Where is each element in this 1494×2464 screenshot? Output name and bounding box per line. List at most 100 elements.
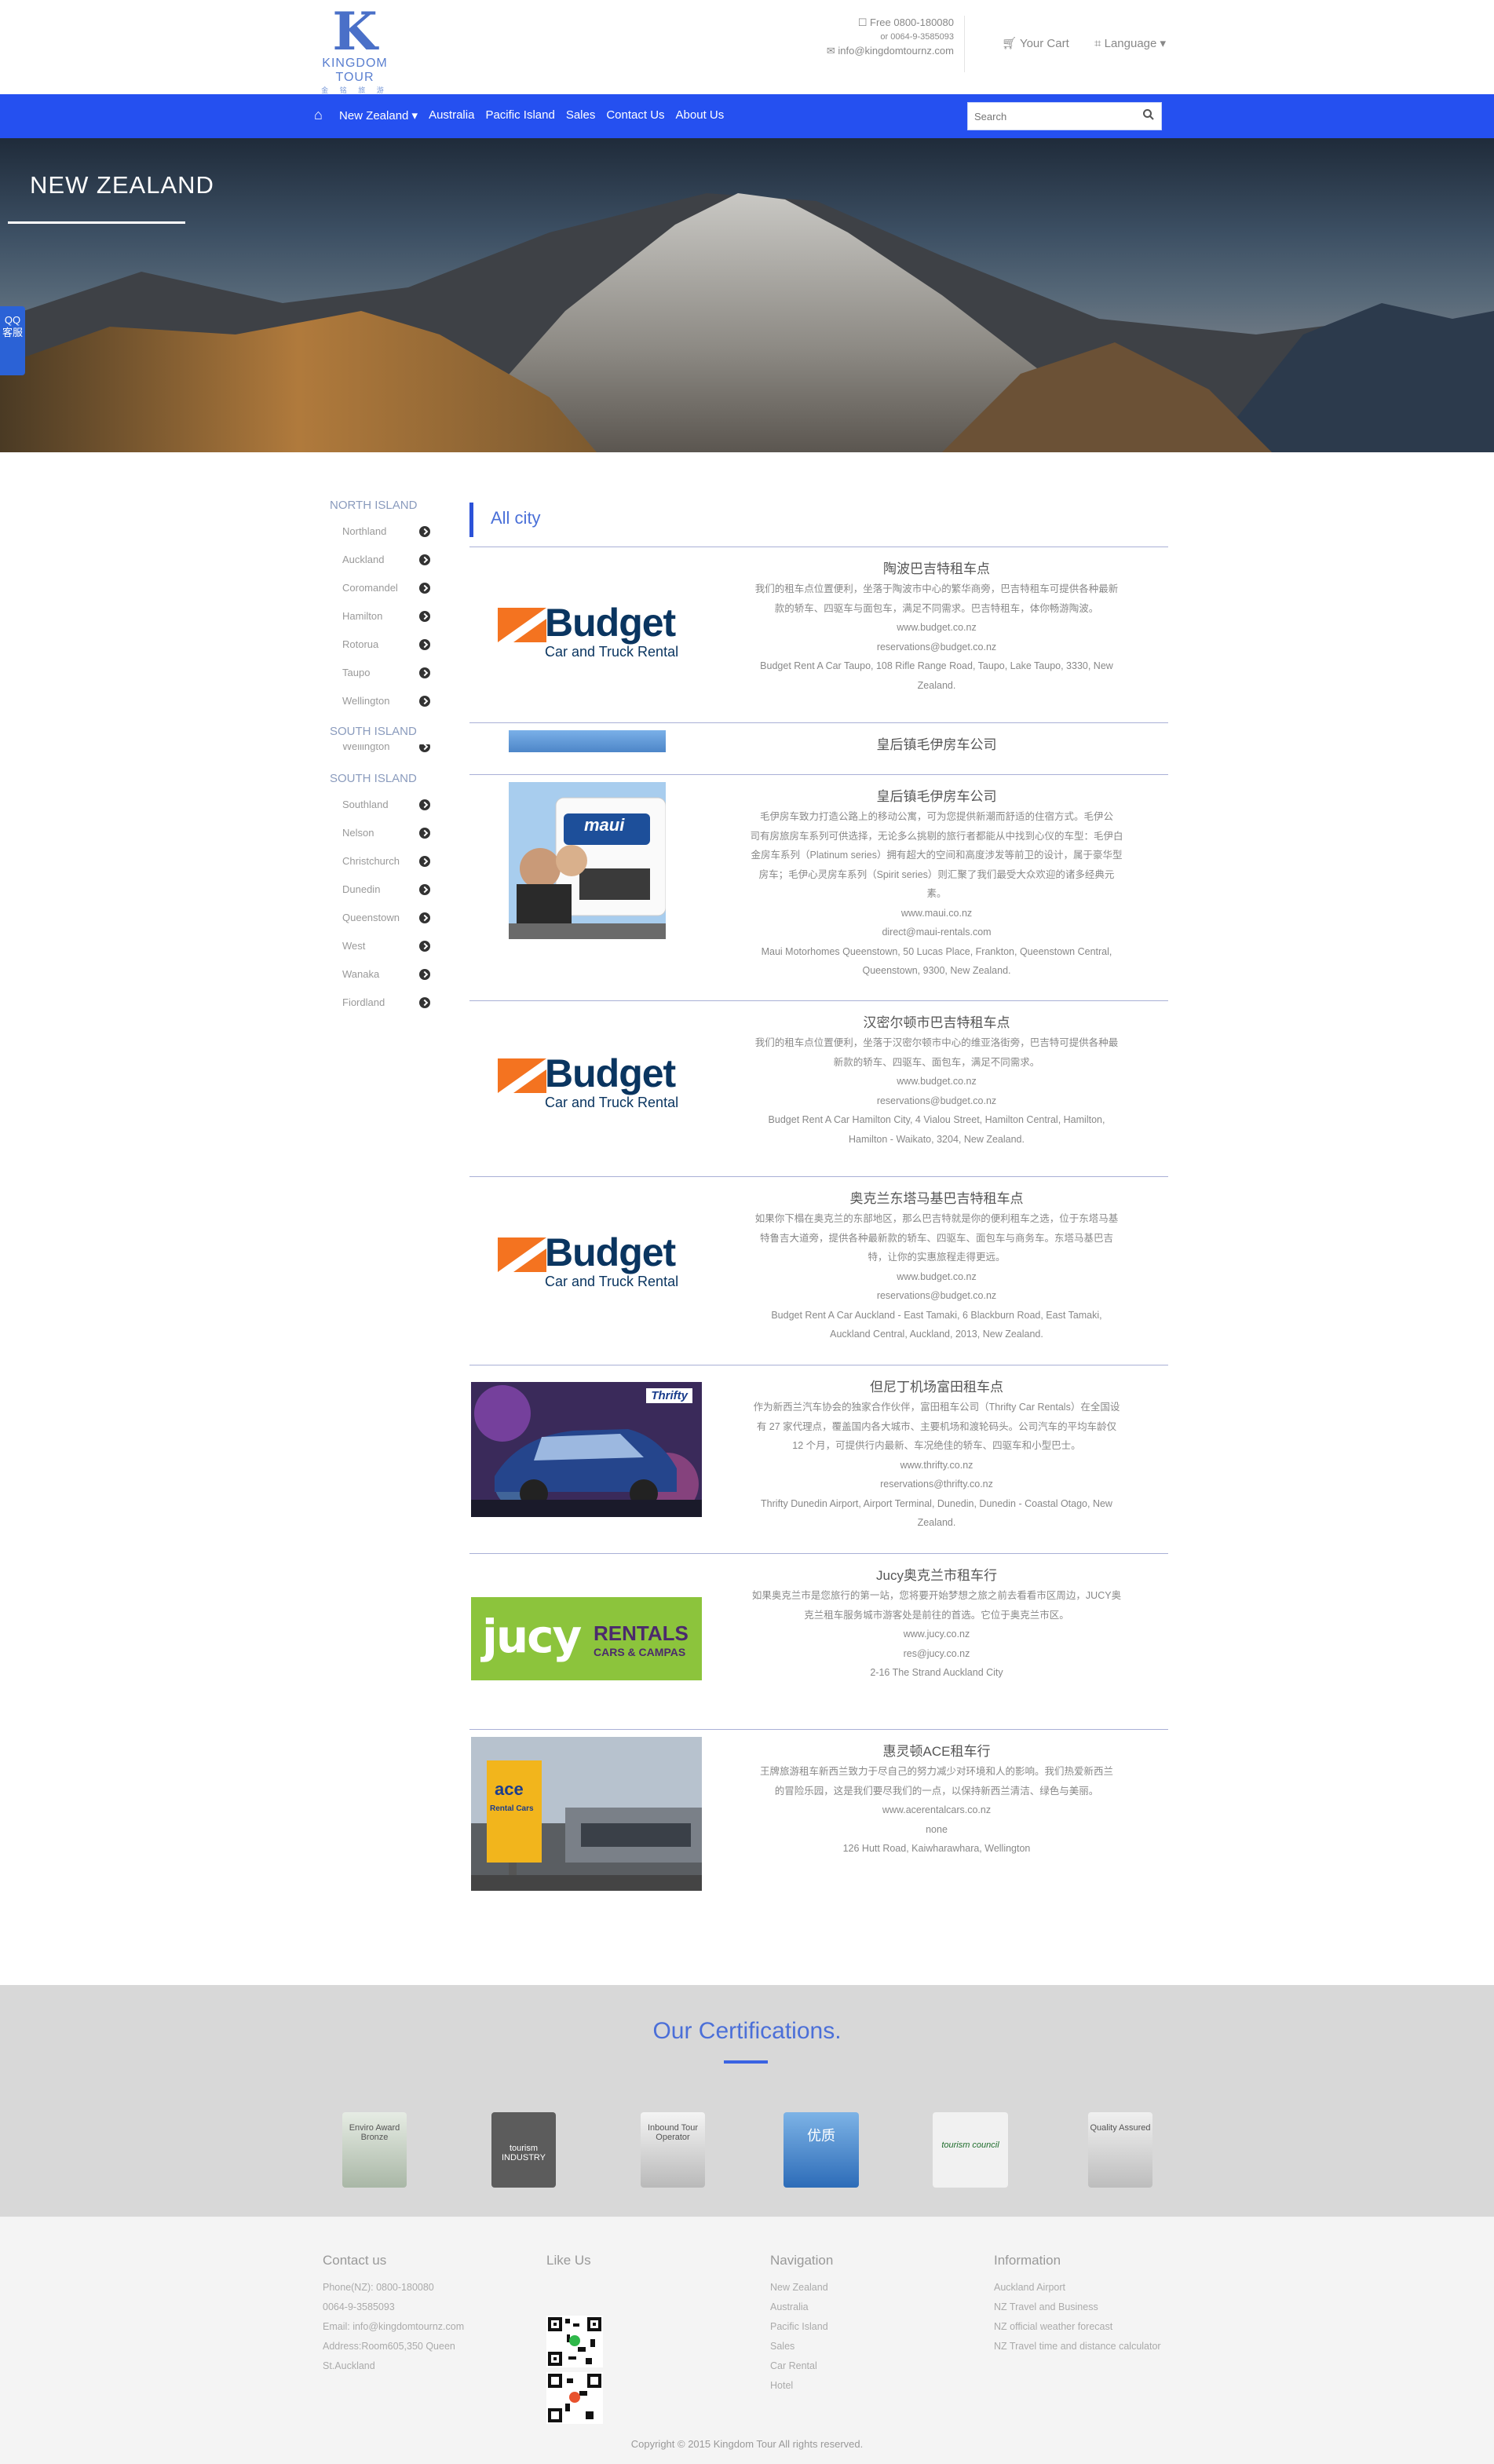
listing-email[interactable]: reservations@budget.co.nz: [729, 1091, 1145, 1111]
listing-card[interactable]: Budget Car and Truck Rental 陶波巴吉特租车点 我们的…: [469, 547, 1168, 722]
sidebar-item-taupo[interactable]: Taupo: [330, 664, 440, 693]
nav-menu: New Zealand ▾ Australia Pacific Island S…: [339, 108, 724, 122]
footer-contact-email[interactable]: Email: info@kingdomtournz.com: [323, 2317, 511, 2337]
sidebar-item-nelson[interactable]: Nelson: [330, 824, 440, 853]
sidebar-item-label: Queenstown: [342, 912, 400, 923]
sidebar-item-christchurch[interactable]: Christchurch: [330, 853, 440, 881]
listing-website[interactable]: www.budget.co.nz: [729, 1072, 1145, 1091]
sidebar-heading-north[interactable]: NORTH ISLAND: [330, 495, 440, 523]
sidebar-heading-south[interactable]: SOUTH ISLAND: [330, 721, 440, 744]
hero-banner: NEW ZEALAND: [0, 138, 1494, 452]
footer-info-link[interactable]: NZ official weather forecast: [994, 2317, 1198, 2337]
language-dropdown[interactable]: ⌗ Language ▾: [1094, 36, 1166, 50]
listing-website[interactable]: www.acerentalcars.co.nz: [729, 1800, 1145, 1820]
listing-address: Zealand.: [917, 1517, 956, 1528]
sidebar-item-wellington[interactable]: Wellington: [330, 693, 440, 721]
listing-card[interactable]: ace Rental Cars 惠灵顿ACE租车行 王牌旅游租车新西兰致力于尽自…: [469, 1729, 1168, 1917]
listing-address: Auckland Central, Auckland, 2013, New Ze…: [830, 1329, 1043, 1340]
listing-card[interactable]: jucy RENTALS CARS & CAMPAS Jucy奥克兰市租车行 如…: [469, 1553, 1168, 1729]
footer-info-link[interactable]: NZ Travel time and distance calculator: [994, 2337, 1198, 2356]
listing-website[interactable]: www.budget.co.nz: [729, 618, 1145, 638]
listing-email[interactable]: reservations@thrifty.co.nz: [729, 1475, 1145, 1494]
qr-code-icon[interactable]: [546, 2316, 603, 2424]
qq-service-tab[interactable]: QQ客服: [0, 306, 25, 375]
sidebar-item-label: Dunedin: [342, 883, 381, 895]
sidebar-item-dunedin[interactable]: Dunedin: [330, 881, 440, 909]
listing-card[interactable]: maui 皇后镇毛伊房车公司 毛伊房车致力打造公路上的移动公寓，可为您提供新潮而…: [469, 774, 1168, 1000]
budget-logo: Budget Car and Truck Rental: [498, 1044, 686, 1120]
listing-website[interactable]: www.jucy.co.nz: [729, 1625, 1145, 1644]
listing-email[interactable]: reservations@budget.co.nz: [729, 638, 1145, 657]
chevron-right-icon: [419, 884, 430, 895]
logo-mark: K: [332, 1, 378, 62]
sidebar-item-rotorua[interactable]: Rotorua: [330, 636, 440, 664]
nav-item-sales[interactable]: Sales: [566, 108, 596, 122]
sidebar-item-wanaka[interactable]: Wanaka: [330, 966, 440, 994]
footer-contact-line: 0064-9-3585093: [323, 2301, 395, 2312]
listing-card[interactable]: Budget Car and Truck Rental 汉密尔顿市巴吉特租车点 …: [469, 1000, 1168, 1176]
listing-card[interactable]: 皇后镇毛伊房车公司: [469, 722, 1168, 774]
sidebar-item-southland[interactable]: Southland: [330, 796, 440, 824]
quality-china-badge: 优质: [784, 2112, 859, 2188]
listing-title[interactable]: 惠灵顿ACE租车行: [729, 1740, 1145, 1760]
listing-title[interactable]: 但尼丁机场富田租车点: [729, 1376, 1145, 1395]
sidebar-item-label: Taupo: [342, 667, 371, 678]
chevron-right-icon: [419, 583, 430, 594]
listing-title[interactable]: Jucy奥克兰市租车行: [729, 1564, 1145, 1584]
sidebar-heading-south-2[interactable]: SOUTH ISLAND: [330, 768, 440, 796]
footer-nav-link[interactable]: Australia: [770, 2298, 959, 2317]
footer-info-link[interactable]: Auckland Airport: [994, 2278, 1198, 2298]
search-input[interactable]: [968, 103, 1133, 130]
home-icon[interactable]: ⌂: [314, 107, 323, 123]
site-logo[interactable]: K KINGDOM TOUR 金 铭 旅 游: [301, 1, 408, 94]
search-icon[interactable]: [1142, 108, 1155, 121]
listing-line: 克兰租车服务城市游客处是前往的首选。它位于奥克兰市区。: [804, 1609, 1069, 1621]
sidebar-item-fiordland[interactable]: Fiordland: [330, 994, 440, 1022]
budget-logo: Budget Car and Truck Rental: [498, 594, 686, 669]
listing-title[interactable]: 陶波巴吉特租车点: [729, 558, 1145, 577]
footer-info-link[interactable]: NZ Travel and Business: [994, 2298, 1198, 2317]
listing-card[interactable]: Budget Car and Truck Rental 奥克兰东塔马基巴吉特租车…: [469, 1176, 1168, 1365]
footer-nav-link[interactable]: Sales: [770, 2337, 959, 2356]
listing-website[interactable]: www.maui.co.nz: [729, 904, 1145, 923]
budget-logo-mark: [498, 608, 546, 642]
footer-nav-link[interactable]: Hotel: [770, 2376, 959, 2396]
nav-item-about-us[interactable]: About Us: [676, 108, 725, 122]
listing-website[interactable]: www.budget.co.nz: [729, 1267, 1145, 1287]
listing-title[interactable]: 汉密尔顿市巴吉特租车点: [729, 1011, 1145, 1031]
listing-line: 12 个月，可提供行内最新、车况绝佳的轿车、四驱车和小型巴士。: [792, 1440, 1081, 1451]
listing-email[interactable]: reservations@budget.co.nz: [729, 1286, 1145, 1306]
sidebar-item-west[interactable]: West: [330, 938, 440, 966]
sidebar-item-partial[interactable]: Wellington: [330, 744, 440, 768]
listing-card[interactable]: Thrifty 但尼丁机场富田租车点 作为新西兰汽车协会的独家合作伙伴，富田租车…: [469, 1365, 1168, 1553]
cart-link[interactable]: 🛒︎ Your Cart: [1002, 36, 1069, 50]
chevron-right-icon: [419, 639, 430, 650]
footer-nav-link[interactable]: New Zealand: [770, 2278, 959, 2298]
footer-nav-link[interactable]: Car Rental: [770, 2356, 959, 2376]
sidebar-item-coromandel[interactable]: Coromandel: [330, 579, 440, 608]
budget-logo-sub: Car and Truck Rental: [545, 644, 679, 660]
footer-nav-link[interactable]: Pacific Island: [770, 2317, 959, 2337]
sidebar-item-hamilton[interactable]: Hamilton: [330, 608, 440, 636]
listing-email[interactable]: res@jucy.co.nz: [729, 1644, 1145, 1664]
footer-heading: Like Us: [546, 2253, 591, 2268]
sidebar-item-auckland[interactable]: Auckland: [330, 551, 440, 579]
footer-contact: Contact us Phone(NZ): 0800-180080 0064-9…: [323, 2253, 511, 2376]
nav-item-contact-us[interactable]: Contact Us: [606, 108, 664, 122]
chevron-right-icon: [419, 554, 430, 565]
footer-heading: Navigation: [770, 2253, 834, 2268]
listing-title[interactable]: 皇后镇毛伊房车公司: [729, 733, 1145, 753]
listing-email[interactable]: direct@maui-rentals.com: [729, 923, 1145, 942]
listing-website[interactable]: www.thrifty.co.nz: [729, 1456, 1145, 1475]
nav-item-new-zealand[interactable]: New Zealand ▾: [339, 108, 418, 122]
sidebar-item-queenstown[interactable]: Queenstown: [330, 909, 440, 938]
nav-item-pacific-island[interactable]: Pacific Island: [485, 108, 554, 122]
header-email[interactable]: info@kingdomtournz.com: [838, 45, 954, 57]
listing-title[interactable]: 皇后镇毛伊房车公司: [729, 785, 1145, 805]
sidebar-item-northland[interactable]: Northland: [330, 523, 440, 551]
inbound-tour-operator-badge: Inbound Tour Operator: [641, 2112, 705, 2188]
listing-title[interactable]: 奥克兰东塔马基巴吉特租车点: [729, 1187, 1145, 1207]
certifications-title: Our Certifications.: [652, 2018, 842, 2044]
nav-item-australia[interactable]: Australia: [429, 108, 474, 122]
thrifty-photo: Thrifty: [471, 1382, 702, 1517]
